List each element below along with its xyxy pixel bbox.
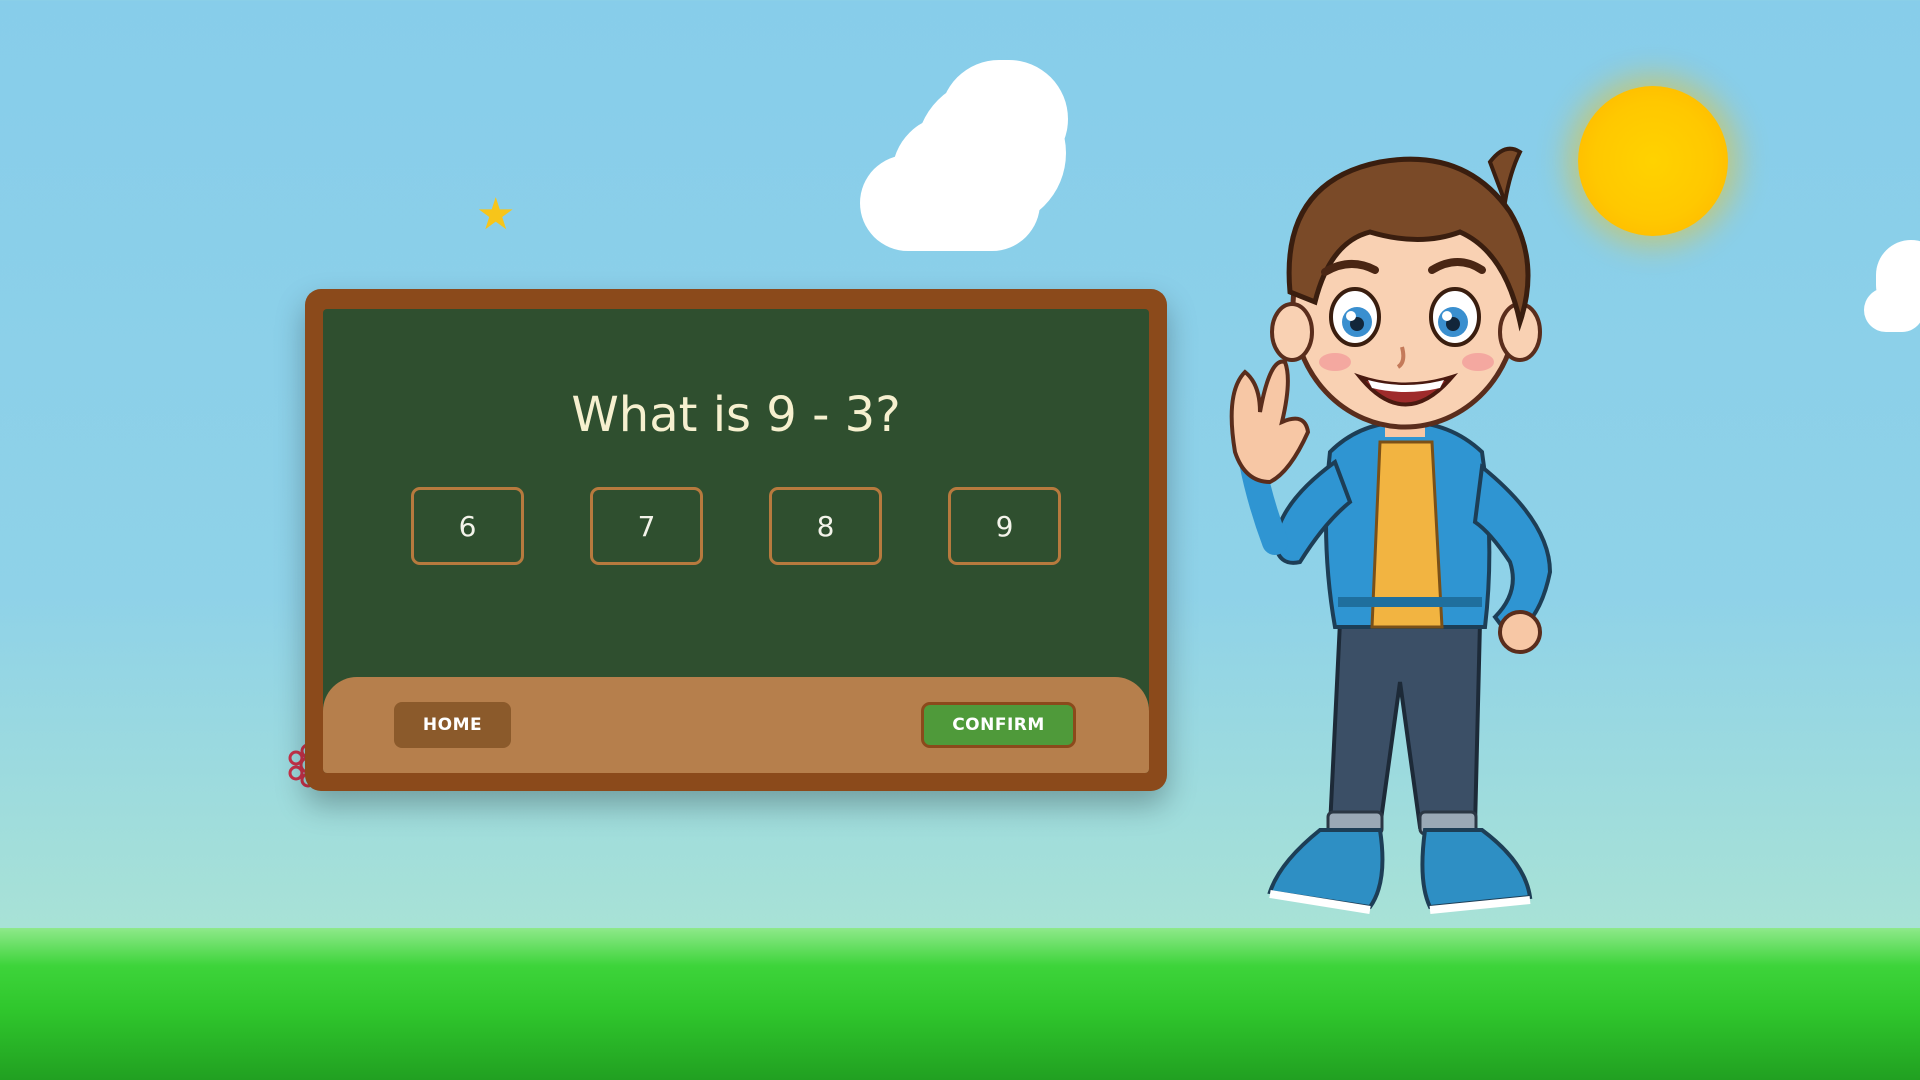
quiz-board: What is 9 - 3? 6 7 8 9 HOME CONFIRM — [305, 289, 1167, 791]
cloud-icon — [1864, 240, 1920, 332]
grass-ground — [0, 928, 1920, 1080]
sun-icon — [1578, 86, 1728, 236]
answer-option[interactable]: 7 — [590, 487, 703, 565]
answer-option[interactable]: 6 — [411, 487, 524, 565]
cloud-icon — [860, 60, 1080, 255]
answer-option[interactable]: 8 — [769, 487, 882, 565]
answer-option[interactable]: 9 — [948, 487, 1061, 565]
question-text: What is 9 - 3? — [571, 387, 901, 443]
cartoon-boy-illustration — [1229, 146, 1553, 914]
confirm-button[interactable]: CONFIRM — [921, 702, 1076, 748]
board-footer: HOME CONFIRM — [323, 677, 1149, 773]
answer-options: 6 7 8 9 — [411, 487, 1061, 565]
star-icon: ★ — [476, 189, 516, 240]
home-button[interactable]: HOME — [394, 702, 511, 748]
chalkboard: What is 9 - 3? 6 7 8 9 HOME CONFIRM — [323, 309, 1149, 773]
